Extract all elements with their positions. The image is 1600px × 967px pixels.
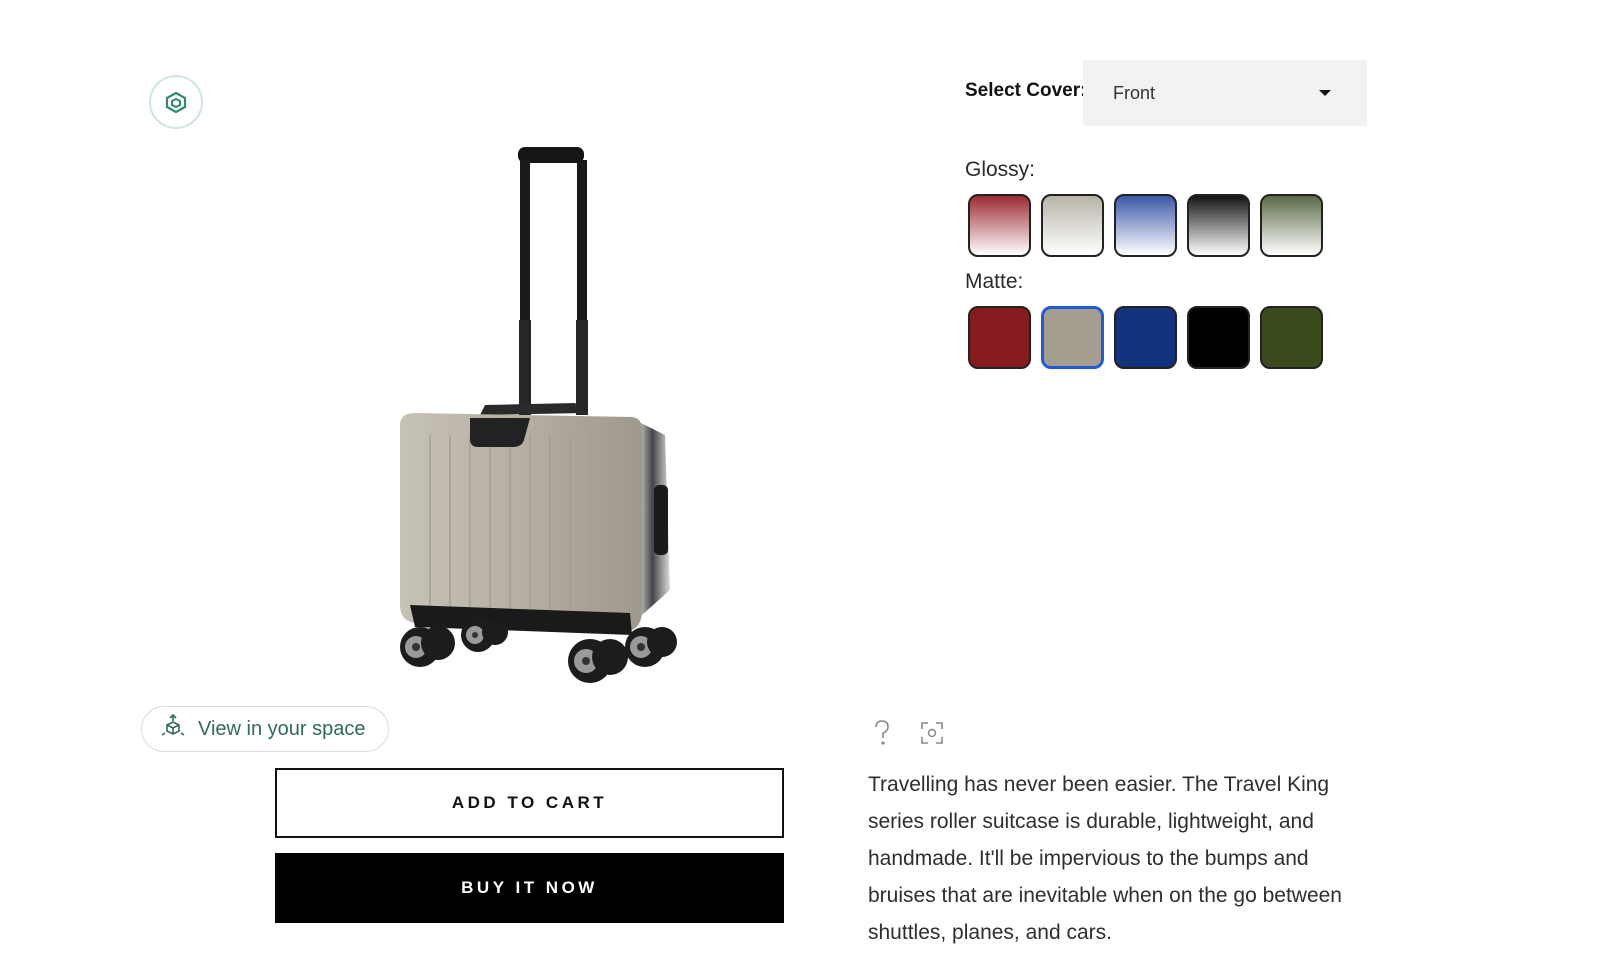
- glossy-swatch[interactable]: [1114, 194, 1177, 257]
- matte-swatch[interactable]: [1114, 306, 1177, 369]
- glossy-swatch[interactable]: [1041, 194, 1104, 257]
- product-3d-viewer[interactable]: [370, 135, 710, 695]
- caret-down-icon: [1319, 90, 1331, 96]
- add-to-cart-button[interactable]: ADD TO CART: [275, 768, 784, 838]
- matte-label: Matte:: [965, 270, 1024, 293]
- view-in-your-space-button[interactable]: View in your space: [141, 706, 389, 752]
- suitcase-image: [400, 147, 677, 683]
- glossy-swatch[interactable]: [1260, 194, 1323, 257]
- buy-it-now-button[interactable]: BUY IT NOW: [275, 853, 784, 923]
- 3d-viewer-logo-icon: [149, 75, 203, 129]
- fullscreen-icon[interactable]: [918, 718, 946, 748]
- matte-swatch[interactable]: [1187, 306, 1250, 369]
- glossy-swatch-row: [968, 194, 1323, 257]
- matte-swatch[interactable]: [1260, 306, 1323, 369]
- glossy-swatch[interactable]: [968, 194, 1031, 257]
- matte-swatch-row: [968, 306, 1323, 369]
- product-page: View in your space ADD TO CART BUY IT NO…: [0, 0, 1600, 967]
- select-cover-dropdown[interactable]: Front: [1083, 60, 1367, 126]
- glossy-swatch[interactable]: [1187, 194, 1250, 257]
- select-cover-value: Front: [1113, 82, 1156, 103]
- viewer-tools: [868, 718, 946, 748]
- help-icon[interactable]: [868, 718, 896, 748]
- glossy-label: Glossy:: [965, 158, 1036, 181]
- view-in-your-space-label: View in your space: [198, 717, 366, 740]
- select-cover-label: Select Cover:: [965, 80, 1087, 101]
- product-description: Travelling has never been easier. The Tr…: [868, 773, 1342, 944]
- ar-cube-icon: [160, 713, 186, 745]
- matte-swatch[interactable]: [1041, 306, 1104, 369]
- matte-swatch[interactable]: [968, 306, 1031, 369]
